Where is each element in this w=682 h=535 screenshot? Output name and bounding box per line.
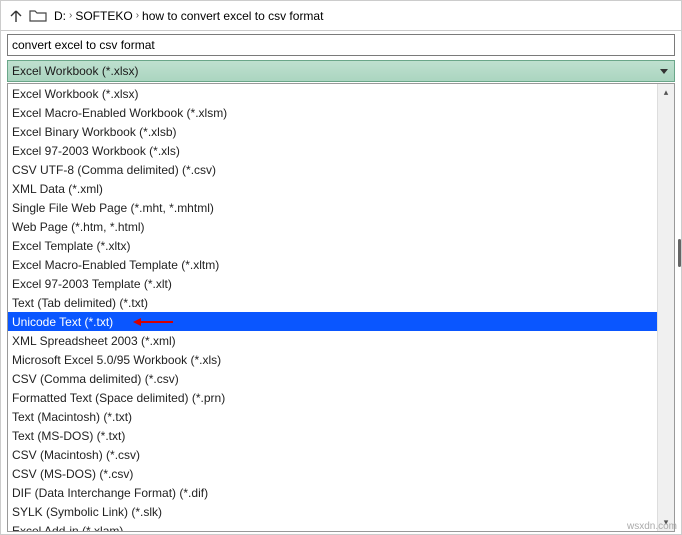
file-type-option[interactable]: Unicode Text (*.txt) bbox=[8, 312, 657, 331]
file-type-option[interactable]: CSV (Macintosh) (*.csv) bbox=[8, 445, 657, 464]
file-type-option[interactable]: CSV (Comma delimited) (*.csv) bbox=[8, 369, 657, 388]
scroll-up-button[interactable]: ▴ bbox=[658, 84, 674, 101]
file-type-option[interactable]: Excel Macro-Enabled Template (*.xltm) bbox=[8, 255, 657, 274]
breadcrumb-segment[interactable]: SOFTEKO bbox=[72, 7, 135, 25]
file-type-option[interactable]: Excel Macro-Enabled Workbook (*.xlsm) bbox=[8, 103, 657, 122]
file-type-option[interactable]: Formatted Text (Space delimited) (*.prn) bbox=[8, 388, 657, 407]
scrollbar[interactable]: ▴ ▾ bbox=[657, 84, 674, 531]
file-type-option[interactable]: Text (MS-DOS) (*.txt) bbox=[8, 426, 657, 445]
breadcrumb-segment[interactable]: how to convert excel to csv format bbox=[139, 7, 326, 25]
search-bar[interactable] bbox=[7, 34, 675, 56]
file-type-option[interactable]: DIF (Data Interchange Format) (*.dif) bbox=[8, 483, 657, 502]
search-input[interactable] bbox=[12, 38, 670, 52]
chevron-down-icon bbox=[660, 69, 668, 74]
file-type-option[interactable]: Excel 97-2003 Template (*.xlt) bbox=[8, 274, 657, 293]
folder-icon bbox=[29, 8, 47, 24]
dropdown-list[interactable]: Excel Workbook (*.xlsx)Excel Macro-Enabl… bbox=[8, 84, 657, 531]
file-type-selector-label: Excel Workbook (*.xlsx) bbox=[12, 64, 138, 78]
file-type-selector[interactable]: Excel Workbook (*.xlsx) bbox=[7, 60, 675, 82]
breadcrumb-label: SOFTEKO bbox=[75, 9, 132, 23]
watermark: wsxdn.com bbox=[627, 521, 677, 532]
file-type-option[interactable]: XML Spreadsheet 2003 (*.xml) bbox=[8, 331, 657, 350]
file-type-option[interactable]: Microsoft Excel 5.0/95 Workbook (*.xls) bbox=[8, 350, 657, 369]
file-type-option[interactable]: Web Page (*.htm, *.html) bbox=[8, 217, 657, 236]
breadcrumb-bar: D:›SOFTEKO›how to convert excel to csv f… bbox=[1, 1, 681, 31]
file-type-option[interactable]: Text (Macintosh) (*.txt) bbox=[8, 407, 657, 426]
file-type-option[interactable]: CSV (MS-DOS) (*.csv) bbox=[8, 464, 657, 483]
file-type-option[interactable]: SYLK (Symbolic Link) (*.slk) bbox=[8, 502, 657, 521]
scroll-thumb-area[interactable] bbox=[658, 101, 674, 514]
breadcrumb-label: D: bbox=[54, 9, 66, 23]
up-arrow-button[interactable] bbox=[7, 7, 25, 25]
annotation-arrow-icon bbox=[133, 317, 173, 327]
breadcrumb: D:›SOFTEKO›how to convert excel to csv f… bbox=[51, 7, 326, 25]
breadcrumb-label: how to convert excel to csv format bbox=[142, 9, 323, 23]
file-type-option[interactable]: CSV UTF-8 (Comma delimited) (*.csv) bbox=[8, 160, 657, 179]
file-type-option[interactable]: Single File Web Page (*.mht, *.mhtml) bbox=[8, 198, 657, 217]
file-type-option[interactable]: Excel Add-in (*.xlam) bbox=[8, 521, 657, 531]
breadcrumb-segment[interactable]: D: bbox=[51, 7, 69, 25]
scroll-indicator bbox=[678, 239, 681, 267]
file-type-option[interactable]: XML Data (*.xml) bbox=[8, 179, 657, 198]
file-type-dropdown: Excel Workbook (*.xlsx)Excel Macro-Enabl… bbox=[7, 83, 675, 532]
file-type-option[interactable]: Text (Tab delimited) (*.txt) bbox=[8, 293, 657, 312]
file-type-option[interactable]: Excel Template (*.xltx) bbox=[8, 236, 657, 255]
file-type-option[interactable]: Excel 97-2003 Workbook (*.xls) bbox=[8, 141, 657, 160]
file-type-option[interactable]: Excel Workbook (*.xlsx) bbox=[8, 84, 657, 103]
file-type-option[interactable]: Excel Binary Workbook (*.xlsb) bbox=[8, 122, 657, 141]
